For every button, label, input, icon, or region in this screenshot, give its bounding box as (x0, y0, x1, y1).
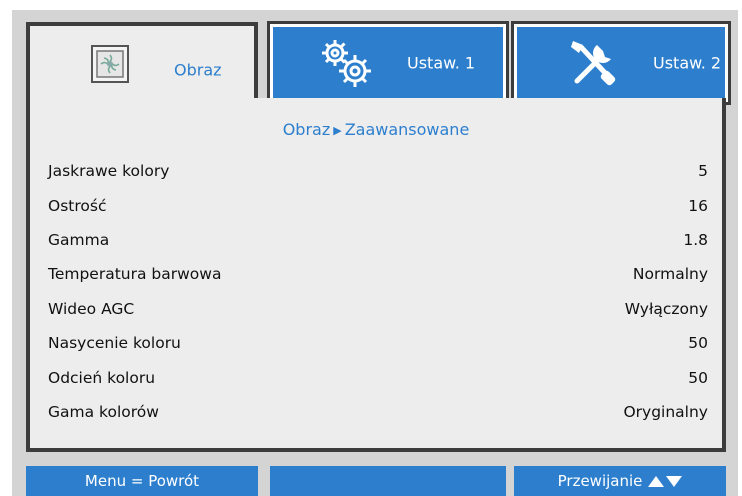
breadcrumb-current: Zaawansowane (344, 120, 470, 139)
setting-label: Wideo AGC (48, 299, 135, 318)
footer-middle (270, 466, 506, 496)
setting-label: Odcień koloru (48, 368, 156, 387)
arrow-down-icon (666, 475, 683, 487)
setting-value: 1.8 (683, 230, 708, 249)
tab-label: Ustaw. 1 (407, 53, 476, 73)
setting-label: Ostrość (48, 196, 107, 215)
setting-row[interactable]: Gama kolorów Oryginalny (48, 395, 708, 429)
gears-icon (317, 37, 377, 93)
setting-value: 16 (688, 196, 708, 215)
setting-label: Nasycenie koloru (48, 334, 181, 353)
setting-row[interactable]: Odcień koloru 50 (48, 360, 708, 394)
tab-label: Ustaw. 2 (653, 53, 722, 73)
setting-value: 50 (688, 334, 708, 353)
setting-label: Jaskrawe kolory (48, 162, 170, 181)
setting-value: Oryginalny (623, 402, 708, 421)
setting-row[interactable]: Jaskrawe kolory 5 (48, 154, 708, 188)
picture-icon (90, 44, 130, 88)
osd-menu: Obraz Ustaw. 1 Ustaw. 2 Obraz ▶ Zaawanso… (12, 10, 738, 496)
setting-value: Normalny (632, 265, 708, 284)
setting-label: Gamma (48, 230, 110, 249)
setting-value: 50 (688, 368, 708, 387)
setting-row[interactable]: Gamma 1.8 (48, 223, 708, 257)
settings-panel: Obraz ▶ Zaawansowane Jaskrawe kolory 5 Ost… (26, 98, 726, 452)
tab-ustaw-2[interactable]: Ustaw. 2 (511, 21, 731, 105)
tools-icon (567, 37, 621, 93)
breadcrumb-arrow-icon: ▶ (333, 124, 342, 137)
setting-value: 5 (698, 162, 708, 181)
footer-back-hint: Menu = Powrót (26, 466, 258, 496)
setting-row[interactable]: Wideo AGC Wyłączony (48, 292, 708, 326)
setting-label: Gama kolorów (48, 402, 159, 421)
arrow-up-icon (648, 475, 665, 487)
setting-row[interactable]: Ostrość 16 (48, 188, 708, 222)
tab-label: Obraz (174, 60, 222, 80)
setting-value: Wyłączony (624, 299, 708, 318)
footer-scroll-hint: Przewijanie (514, 466, 726, 496)
setting-row[interactable]: Temperatura barwowa Normalny (48, 257, 708, 291)
footer-right-label: Przewijanie (557, 472, 643, 490)
setting-label: Temperatura barwowa (48, 265, 222, 284)
tab-ustaw-1[interactable]: Ustaw. 1 (267, 21, 509, 105)
setting-row[interactable]: Nasycenie koloru 50 (48, 326, 708, 360)
breadcrumb: Obraz ▶ Zaawansowane (30, 120, 722, 139)
footer-left-label: Menu = Powrót (84, 472, 200, 490)
breadcrumb-parent: Obraz (282, 120, 331, 139)
settings-list: Jaskrawe kolory 5 Ostrość 16 Gamma 1.8 T… (48, 154, 708, 429)
